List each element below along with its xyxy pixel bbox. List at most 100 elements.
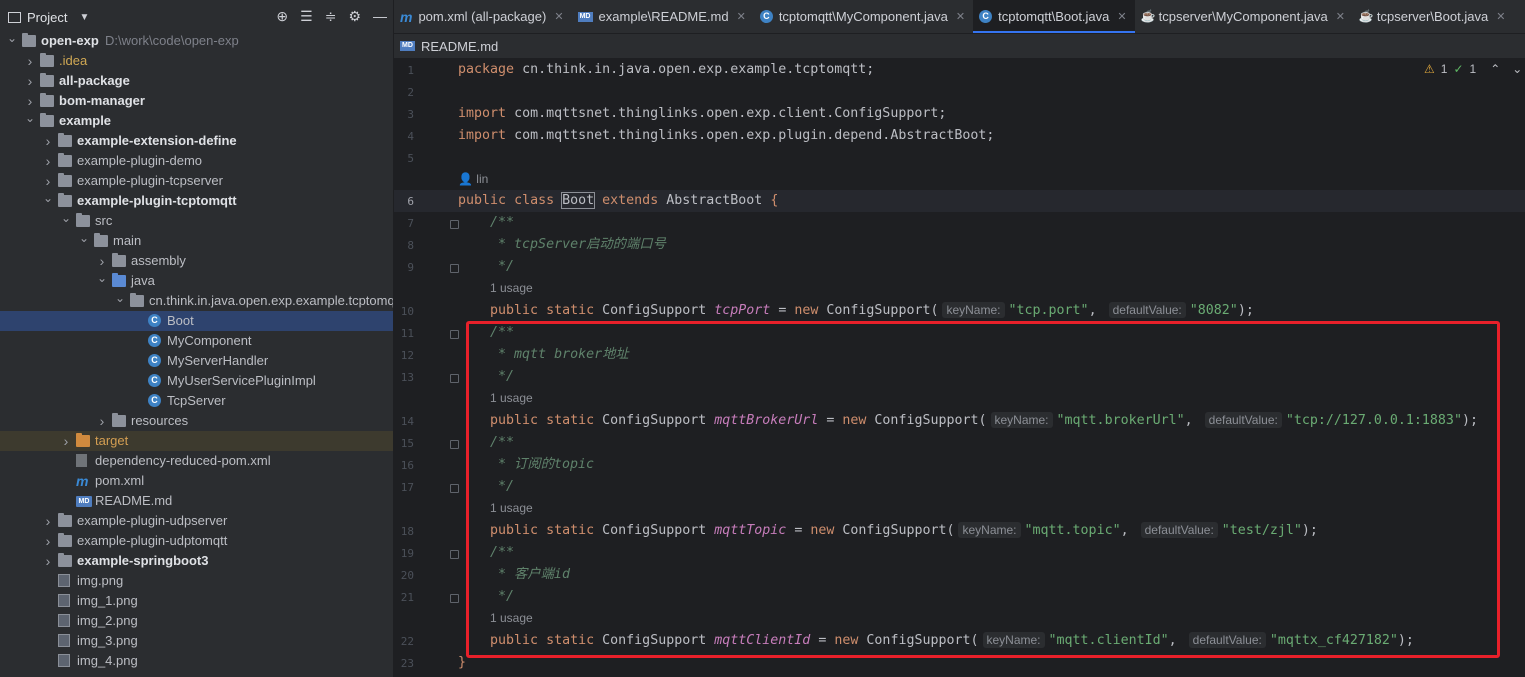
close-icon[interactable]: ✕ xyxy=(737,10,746,23)
tree-row[interactable]: C TcpServer xyxy=(0,391,393,411)
tree-row[interactable]: › .idea xyxy=(0,51,393,71)
tree-row[interactable]: › assembly xyxy=(0,251,393,271)
chevron-right-icon[interactable]: › xyxy=(96,251,108,271)
chevron-down-icon[interactable]: ⌄ xyxy=(24,111,36,125)
tree-row[interactable]: C MyUserServicePluginImpl xyxy=(0,371,393,391)
chevron-down-icon[interactable]: ⌄ xyxy=(78,231,90,245)
chevron-right-icon[interactable]: › xyxy=(24,71,36,91)
editor-tab[interactable]: ☕ tcpserver\Boot.java ✕ xyxy=(1353,0,1514,33)
usage-hint[interactable]: 1 usage xyxy=(490,609,533,627)
tree-row[interactable]: ⌄ example xyxy=(0,111,393,131)
chevron-right-icon[interactable]: › xyxy=(60,431,72,451)
editor-tab[interactable]: ☕ tcpserver\MyComponent.java ✕ xyxy=(1135,0,1353,33)
code-area[interactable]: package cn.think.in.java.open.exp.exampl… xyxy=(458,59,1518,677)
chevron-down-icon[interactable]: ⌄ xyxy=(96,271,108,285)
tree-row[interactable]: ⌄ java xyxy=(0,271,393,291)
tree-row[interactable]: › example-extension-define xyxy=(0,131,393,151)
chevron-down-icon[interactable]: ⌄ xyxy=(114,291,126,305)
tree-row[interactable]: › all-package xyxy=(0,71,393,91)
tree-row[interactable]: ⌄ main xyxy=(0,231,393,251)
close-icon[interactable]: ✕ xyxy=(956,10,965,23)
chevron-down-icon[interactable]: ▼ xyxy=(79,12,89,23)
editor-tabs: m pom.xml (all-package) ✕ MD example\README.… xyxy=(394,0,1525,34)
locate-icon[interactable]: ⊕ xyxy=(276,8,288,25)
gear-icon[interactable]: ⚙ xyxy=(348,8,361,25)
tab-label: tcpserver\MyComponent.java xyxy=(1158,9,1328,24)
code-editor[interactable]: 1 2 3 4 5 6 7 8 9 10 11 12 13 14 15 16 17 18 19 20 21 22 23 pa… xyxy=(394,59,1525,677)
code-token: cn.think.in.java.open.exp.example.tcptom… xyxy=(522,62,875,77)
java-icon: ☕ xyxy=(1140,9,1156,23)
chevron-right-icon[interactable]: › xyxy=(24,91,36,111)
tree-row[interactable]: ⌄ cn.think.in.java.open.exp.example.tcpto… xyxy=(0,291,393,311)
close-icon[interactable]: ✕ xyxy=(554,10,563,23)
tree-row[interactable]: MD README.md xyxy=(0,491,393,511)
tree-row[interactable]: › bom-manager xyxy=(0,91,393,111)
image-icon xyxy=(58,574,70,587)
tree-row[interactable]: › target xyxy=(0,431,393,451)
tree-row[interactable]: › example-plugin-demo xyxy=(0,151,393,171)
code-token: ConfigSupport( xyxy=(874,413,987,428)
editor-tab[interactable]: Ctcptomqtt\MyComponent.java ✕ xyxy=(754,0,973,33)
code-token: ); xyxy=(1397,633,1414,648)
usage-hint[interactable]: 1 usage xyxy=(490,499,533,517)
folder-icon xyxy=(130,293,144,307)
tree-row[interactable]: ⌄ open-exp D:\work\code\open-exp xyxy=(0,31,393,51)
tree-row[interactable]: ⌄ src xyxy=(0,211,393,231)
tree-row[interactable]: img_1.png xyxy=(0,591,393,611)
chevron-right-icon[interactable]: › xyxy=(42,131,54,151)
chevron-right-icon[interactable]: › xyxy=(42,151,54,171)
tree-row[interactable]: m pom.xml xyxy=(0,471,393,491)
tree-row[interactable]: img.png xyxy=(0,571,393,591)
tree-item-label: example-plugin-udptomqtt xyxy=(77,533,228,548)
string-literal: "mqtt.brokerUrl" xyxy=(1056,413,1185,428)
tree-row[interactable]: C MyComponent xyxy=(0,331,393,351)
tree-row[interactable]: dependency-reduced-pom.xml xyxy=(0,451,393,471)
field-name: tcpPort xyxy=(714,303,771,318)
tree-row[interactable]: ⌄ example-plugin-tcptomqtt xyxy=(0,191,393,211)
editor-tab[interactable]: Ctcptomqtt\Boot.java ✕ xyxy=(973,0,1135,33)
chevron-down-icon[interactable]: ⌄ xyxy=(42,191,54,205)
usage-hint[interactable]: 1 usage xyxy=(490,279,533,297)
code-token: static xyxy=(546,523,595,538)
chevron-down-icon[interactable]: ⌄ xyxy=(60,211,72,225)
editor-tab[interactable]: MD example\README.md ✕ xyxy=(572,0,754,33)
tree-row[interactable]: › example-springboot3 xyxy=(0,551,393,571)
chevron-right-icon[interactable]: › xyxy=(42,551,54,571)
tree-row[interactable]: › example-plugin-udptomqtt xyxy=(0,531,393,551)
editor-tab[interactable]: MD README.md xyxy=(394,34,506,58)
close-icon[interactable]: ✕ xyxy=(1336,10,1345,23)
chevron-right-icon[interactable]: › xyxy=(42,511,54,531)
expand-all-icon[interactable]: ☰ xyxy=(300,8,313,25)
tree-row[interactable]: C Boot xyxy=(0,311,393,331)
tree-row[interactable]: › example-plugin-tcpserver xyxy=(0,171,393,191)
tree-item-label: pom.xml xyxy=(95,473,145,488)
chevron-right-icon[interactable]: › xyxy=(24,51,36,71)
chevron-right-icon[interactable]: › xyxy=(42,531,54,551)
tree-row[interactable]: img_4.png xyxy=(0,651,393,671)
minimize-icon[interactable]: — xyxy=(373,8,387,25)
inspection-widget[interactable]: ⚠ 1 ✓ 1 ⌃ ⌄ xyxy=(1424,62,1522,76)
chevron-down-icon[interactable]: ⌄ xyxy=(1512,62,1522,76)
chevron-up-icon[interactable]: ⌃ xyxy=(1490,62,1500,76)
param-hint: keyName: xyxy=(982,632,1045,648)
editor-tab[interactable]: m pom.xml (all-package) ✕ xyxy=(394,0,572,33)
usage-hint[interactable]: 1 usage xyxy=(490,389,533,407)
tree-row[interactable]: C MyServerHandler xyxy=(0,351,393,371)
project-view-icon[interactable] xyxy=(8,11,21,23)
project-title[interactable]: Project xyxy=(27,10,67,25)
tree-row[interactable]: img_3.png xyxy=(0,631,393,651)
chevron-down-icon[interactable]: ⌄ xyxy=(6,31,18,45)
collapse-all-icon[interactable]: ≑ xyxy=(325,8,337,25)
chevron-right-icon[interactable]: › xyxy=(42,171,54,191)
tree-row[interactable]: › resources xyxy=(0,411,393,431)
tree-row[interactable]: › example-plugin-udpserver xyxy=(0,511,393,531)
close-icon[interactable]: ✕ xyxy=(1117,10,1126,23)
xml-file-icon xyxy=(76,454,87,467)
param-hint: defaultValue: xyxy=(1108,302,1186,318)
code-token: , xyxy=(1184,413,1193,428)
chevron-right-icon[interactable]: › xyxy=(96,411,108,431)
close-icon[interactable]: ✕ xyxy=(1496,10,1505,23)
author-name: lin xyxy=(476,172,489,186)
code-token: ConfigSupport xyxy=(602,303,707,318)
tree-row[interactable]: img_2.png xyxy=(0,611,393,631)
